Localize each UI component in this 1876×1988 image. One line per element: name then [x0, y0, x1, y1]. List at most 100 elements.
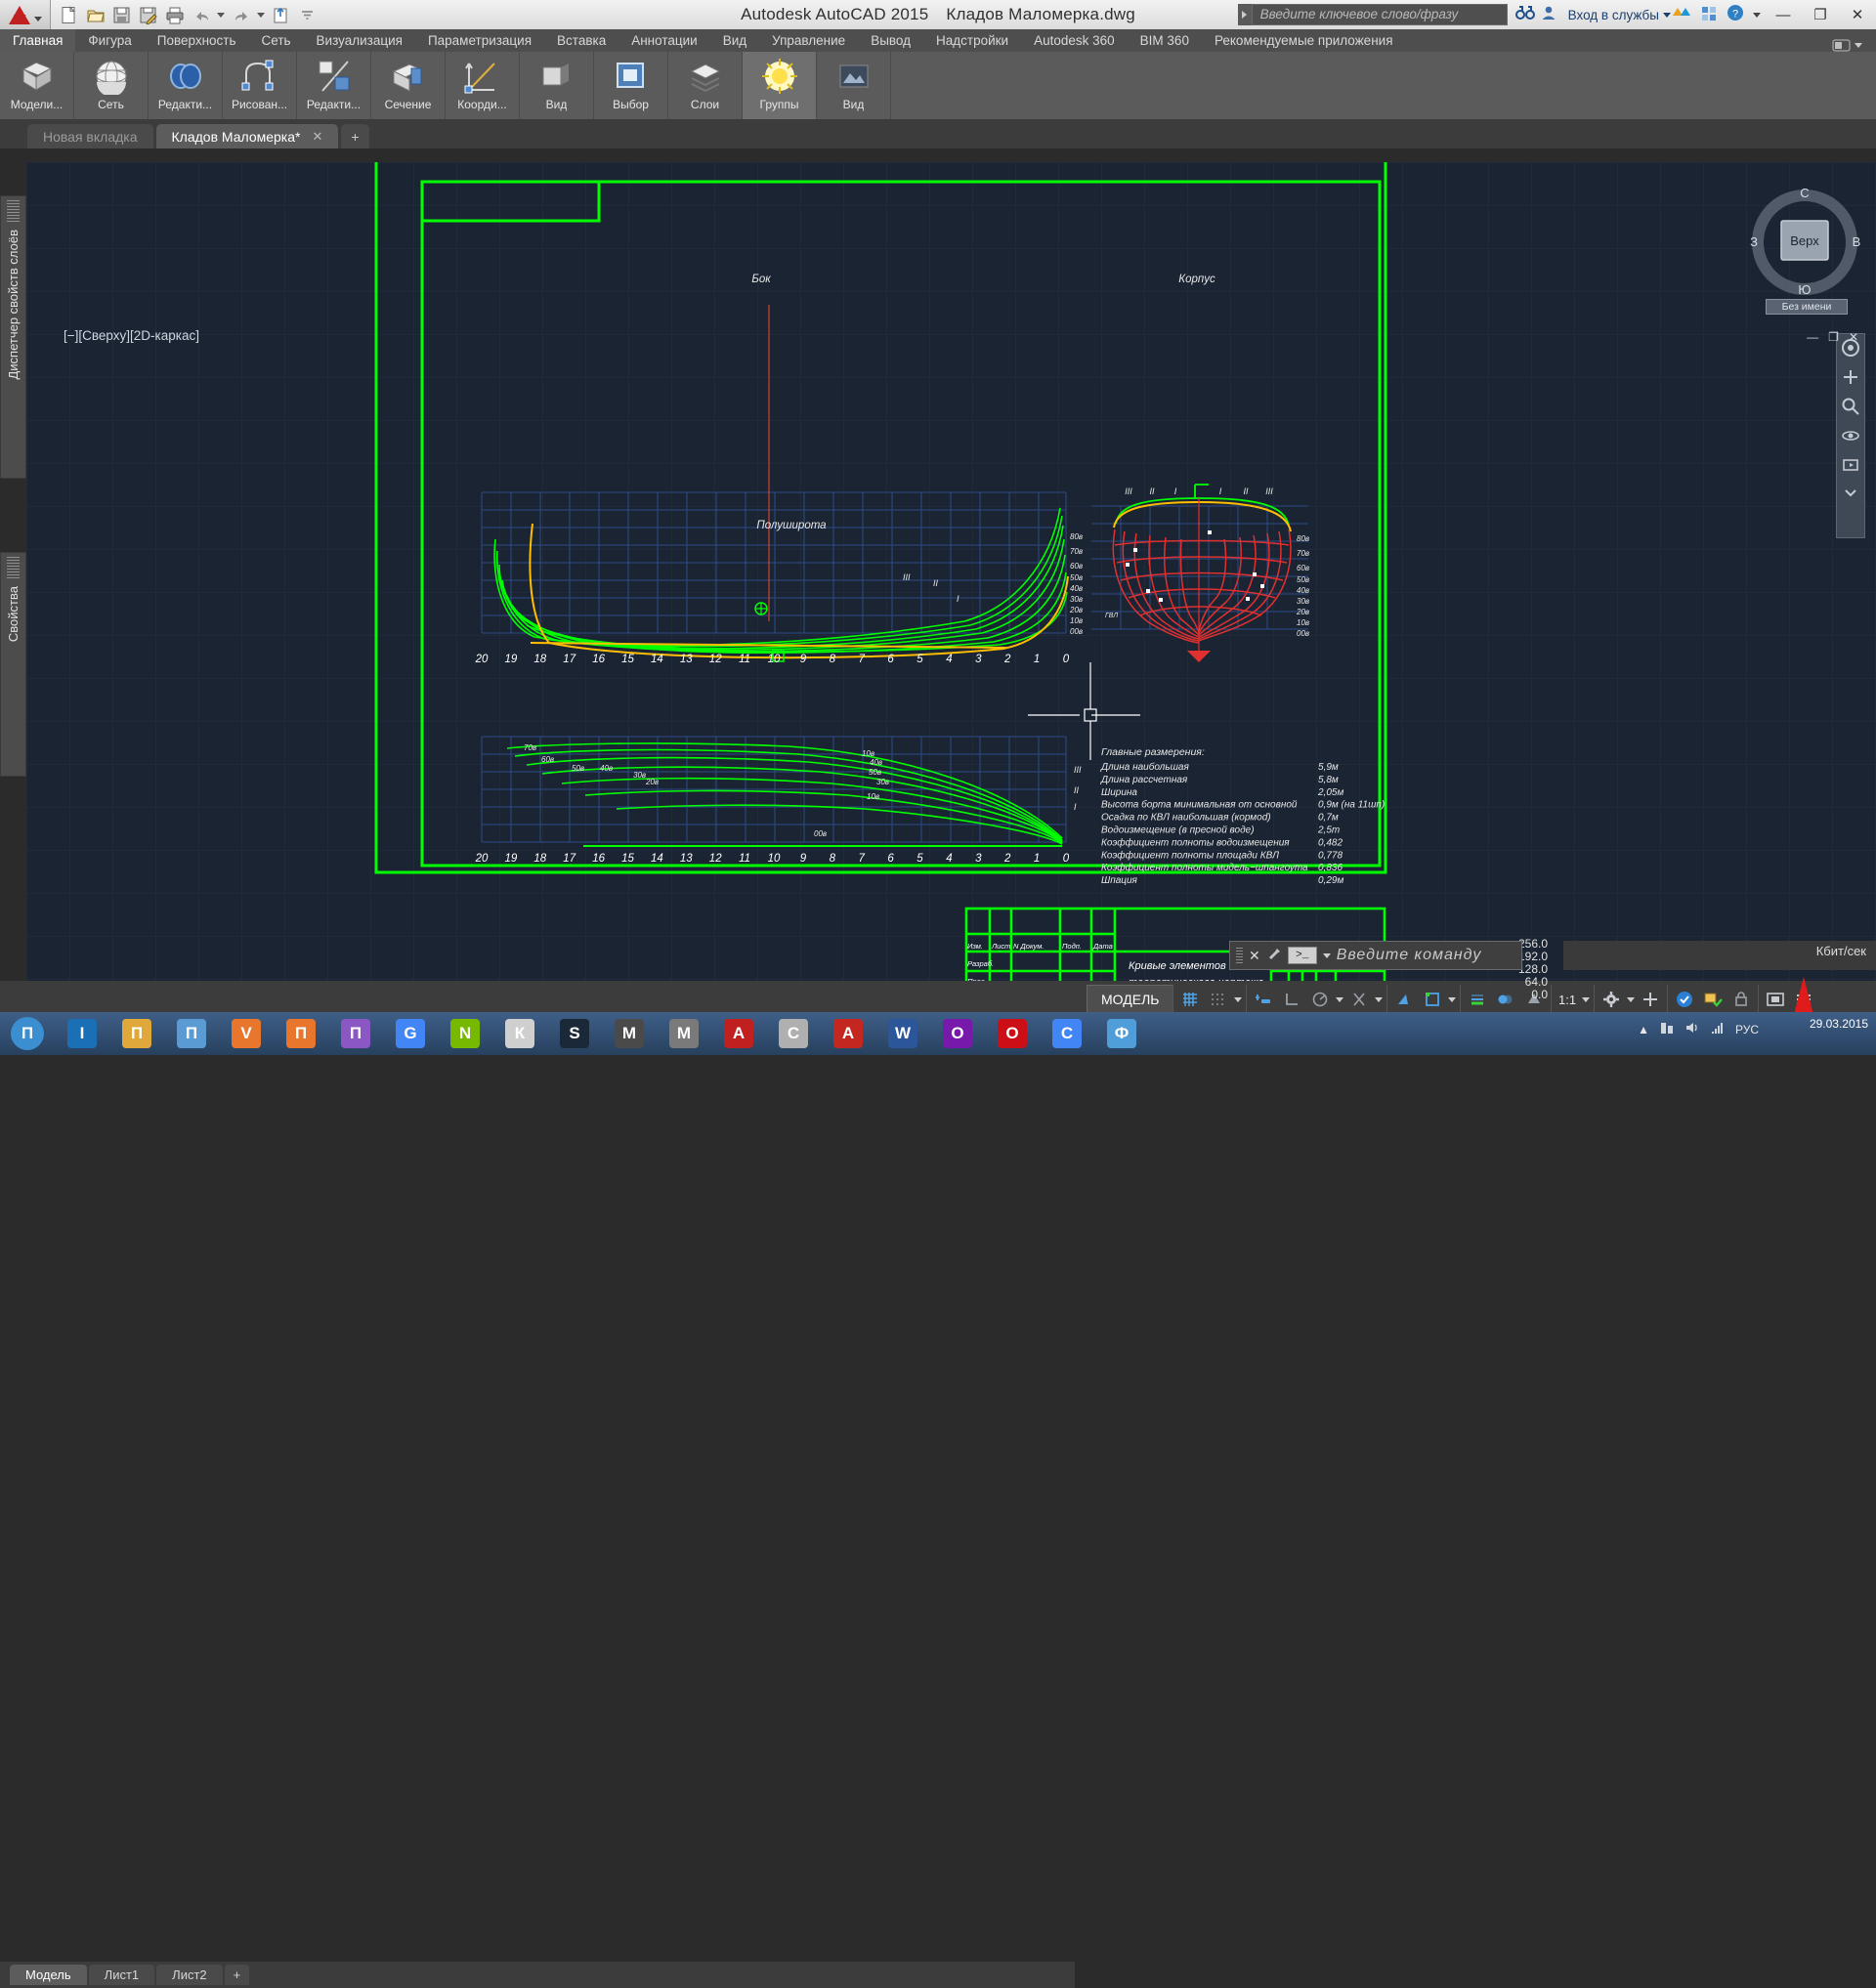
acrobat-icon[interactable]: A [821, 1012, 875, 1055]
language-indicator[interactable]: РУС [1735, 1023, 1759, 1036]
snap-mode-toggle[interactable] [1206, 987, 1231, 1012]
command-dropdown-icon[interactable] [1322, 952, 1331, 958]
chevron-down-icon[interactable] [33, 16, 42, 21]
viewport-label[interactable]: [−][Сверху][2D-каркас] [64, 328, 199, 343]
ribbon-tab-13[interactable]: BIM 360 [1128, 29, 1202, 52]
redo-icon[interactable] [229, 3, 253, 26]
chrome2-icon[interactable]: C [1040, 1012, 1094, 1055]
osnap-dropdown-icon[interactable] [1375, 996, 1383, 1002]
publish-icon[interactable] [269, 3, 293, 26]
minimize-button[interactable]: — [1765, 0, 1802, 29]
ribbon-panel-слои-9[interactable]: Слои [668, 52, 743, 119]
vlc-icon[interactable]: V [219, 1012, 274, 1055]
zoom-extents-icon[interactable] [1841, 397, 1860, 421]
layer-properties-palette[interactable]: Диспетчер свойств слоёв [0, 195, 26, 479]
ribbon-tab-11[interactable]: Надстройки [923, 29, 1021, 52]
ribbon-panel-сеть-1[interactable]: Сеть [74, 52, 149, 119]
annotation-scale-value[interactable]: 1:1 [1556, 993, 1579, 1007]
navigation-bar[interactable] [1836, 333, 1865, 538]
start-button[interactable]: П [0, 1012, 55, 1055]
ribbon-panel-выбор-8[interactable]: Выбор [594, 52, 668, 119]
viewport-close-icon[interactable]: ✕ [1849, 330, 1858, 344]
command-close-icon[interactable]: ✕ [1249, 948, 1260, 964]
lock-ui-icon[interactable] [1728, 987, 1754, 1012]
close-button[interactable]: ✕ [1839, 0, 1876, 29]
sign-in-button[interactable]: Вход в службы [1568, 8, 1671, 22]
chevron-down-icon[interactable] [1663, 12, 1671, 18]
palette-grip[interactable] [7, 200, 20, 222]
app-blue-diamond-icon[interactable]: П [164, 1012, 219, 1055]
calculator-icon[interactable]: К [492, 1012, 547, 1055]
workspace-dropdown-icon[interactable] [1627, 996, 1636, 1002]
clean-screen-toggle[interactable] [1763, 987, 1788, 1012]
ribbon-panel-сечение-5[interactable]: Сечение [371, 52, 446, 119]
autocad-icon[interactable]: A [711, 1012, 766, 1055]
layout-tab-0[interactable]: Модель [10, 1965, 87, 1985]
plot-icon[interactable] [162, 3, 187, 26]
app-orange-triangle-icon[interactable]: П [274, 1012, 328, 1055]
open-icon[interactable] [83, 3, 107, 26]
new-icon[interactable] [57, 3, 81, 26]
polar-dropdown-icon[interactable] [1336, 996, 1343, 1002]
ribbon-panel-модели-0[interactable]: Модели... [0, 52, 74, 119]
file-explorer-icon[interactable]: П [109, 1012, 164, 1055]
ribbon-panel-коорди-6[interactable]: Коорди... [446, 52, 520, 119]
annotation-monitor-toggle[interactable] [1672, 987, 1697, 1012]
save-icon[interactable] [109, 3, 134, 26]
ribbon-tab-0[interactable]: Главная [0, 29, 76, 52]
internet-explorer-icon[interactable]: I [55, 1012, 109, 1055]
dyninput-dropdown-icon[interactable] [1448, 996, 1456, 1002]
scale-dropdown-icon[interactable] [1582, 996, 1591, 1002]
ribbon-panel-вид-7[interactable]: Вид [520, 52, 594, 119]
orbit-icon[interactable] [1841, 426, 1860, 450]
hardware-acceleration-toggle[interactable] [1638, 987, 1663, 1012]
ribbon-panel-редакти-2[interactable]: Редакти... [149, 52, 223, 119]
help-dropdown-icon[interactable] [1753, 13, 1761, 18]
undo-dropdown-icon[interactable] [217, 12, 225, 18]
viewport-restore-icon[interactable]: ❐ [1828, 330, 1839, 344]
word-icon[interactable]: W [875, 1012, 930, 1055]
snap-dropdown-icon[interactable] [1234, 996, 1242, 1002]
ribbon-tab-2[interactable]: Поверхность [145, 29, 249, 52]
ribbon-minimize-icon[interactable] [1832, 39, 1862, 52]
ribbon-tab-10[interactable]: Вывод [858, 29, 923, 52]
opera-icon[interactable]: O [985, 1012, 1040, 1055]
layout-tab-3[interactable]: + [224, 1965, 250, 1985]
drawing-canvas[interactable]: Бок III II I 80в 70в 60в 50в 40в 30в 20в… [26, 162, 1876, 981]
ribbon-panel-редакти-4[interactable]: Редакти... [297, 52, 371, 119]
command-input[interactable]: Введите команду [1337, 947, 1482, 964]
ribbon-tab-1[interactable]: Фигура [75, 29, 144, 52]
undo-icon[interactable] [189, 3, 213, 26]
command-line-grip[interactable] [1236, 948, 1243, 963]
object-snap-toggle[interactable] [1346, 987, 1372, 1012]
ribbon-tab-14[interactable]: Рекомендуемые приложения [1202, 29, 1406, 52]
more-icon[interactable] [295, 3, 320, 26]
help-icon[interactable]: ? [1726, 4, 1745, 26]
grid-display-toggle[interactable] [1177, 987, 1203, 1012]
infer-constraints-toggle[interactable] [1251, 987, 1276, 1012]
ribbon-tab-3[interactable]: Сеть [249, 29, 304, 52]
photos-icon[interactable]: Ф [1094, 1012, 1149, 1055]
polar-tracking-toggle[interactable] [1307, 987, 1333, 1012]
pan-icon[interactable] [1841, 367, 1860, 392]
command-line[interactable]: ✕ >_ Введите команду [1229, 941, 1522, 970]
properties-palette[interactable]: Свойства [0, 552, 26, 777]
navbar-dropdown-icon[interactable] [1843, 485, 1858, 502]
ribbon-tab-7[interactable]: Аннотации [618, 29, 709, 52]
ribbon-tab-9[interactable]: Управление [759, 29, 858, 52]
tray-devices-icon[interactable] [1659, 1020, 1675, 1038]
exchange-apps-icon[interactable] [1700, 5, 1718, 25]
lineweight-toggle[interactable] [1465, 987, 1490, 1012]
isolate-objects-icon[interactable] [1700, 987, 1726, 1012]
nvidia-icon[interactable]: N [438, 1012, 492, 1055]
ribbon-panel-группы-10[interactable]: Группы [743, 52, 817, 119]
redo-dropdown-icon[interactable] [257, 12, 265, 18]
media-icon[interactable]: М [602, 1012, 657, 1055]
ribbon-tab-4[interactable]: Визуализация [304, 29, 415, 52]
file-tab-close-icon[interactable]: ✕ [312, 129, 322, 145]
workspace-switch[interactable] [1599, 987, 1624, 1012]
autodesk-360-icon[interactable] [1671, 5, 1692, 25]
chrome-icon[interactable]: G [383, 1012, 438, 1055]
steam-icon[interactable]: S [547, 1012, 602, 1055]
maxthon-icon[interactable]: M [657, 1012, 711, 1055]
